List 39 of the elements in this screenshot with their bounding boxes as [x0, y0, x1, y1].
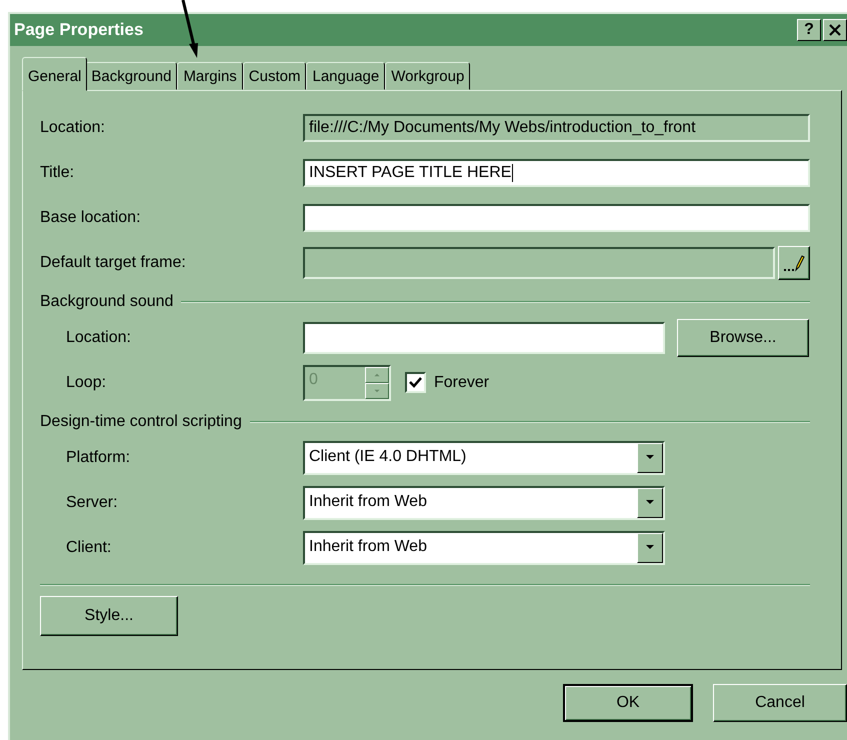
- tab[interactable]: Language: [306, 62, 386, 90]
- help-button[interactable]: ?: [797, 19, 821, 41]
- tab[interactable]: Margins: [177, 62, 243, 90]
- field-label: Location:: [40, 118, 106, 136]
- tab[interactable]: Custom: [242, 62, 306, 90]
- browse-button[interactable]: Browse...: [677, 318, 809, 356]
- field-label: Loop:: [66, 374, 108, 392]
- field-label: Default target frame:: [40, 254, 187, 272]
- dropdown-arrow-icon: [646, 545, 654, 550]
- annotation-arrow: [182, 0, 198, 58]
- tab[interactable]: Background: [85, 62, 178, 90]
- close-button[interactable]: [823, 19, 847, 41]
- group-label: Background sound: [40, 293, 174, 311]
- dropdown-arrow-icon: [646, 500, 654, 505]
- style-button[interactable]: Style...: [40, 596, 178, 636]
- text-field[interactable]: file:///C:/My Documents/My Webs/introduction_to_front: [303, 114, 810, 142]
- dropdown[interactable]: Client (IE 4.0 DHTML): [303, 440, 665, 474]
- field-label: Base location:: [40, 208, 142, 226]
- window-title: Page Properties: [14, 20, 144, 40]
- field-label: Platform:: [66, 448, 132, 466]
- close-icon: [829, 24, 841, 36]
- text-field[interactable]: [303, 204, 810, 232]
- text-field[interactable]: INSERT PAGE TITLE HERE: [303, 158, 810, 186]
- cancel-button[interactable]: Cancel: [713, 684, 847, 722]
- dropdown[interactable]: Inherit from Web: [303, 530, 665, 564]
- dropdown-arrow-icon: [646, 455, 654, 460]
- field-label: Location:: [66, 328, 132, 346]
- check-icon: [409, 376, 422, 389]
- tab[interactable]: Workgroup: [385, 62, 470, 90]
- field-label: Server:: [66, 494, 119, 512]
- ok-button[interactable]: OK: [563, 684, 693, 722]
- field-label: Title:: [40, 164, 76, 182]
- browse-button[interactable]: [778, 246, 810, 280]
- pencil-icon: [783, 252, 805, 272]
- dropdown[interactable]: Inherit from Web: [303, 486, 665, 520]
- tab[interactable]: General: [22, 57, 88, 91]
- group-label: Design-time control scripting: [40, 413, 242, 431]
- text-field[interactable]: [303, 322, 665, 354]
- field-label: Client:: [66, 538, 112, 556]
